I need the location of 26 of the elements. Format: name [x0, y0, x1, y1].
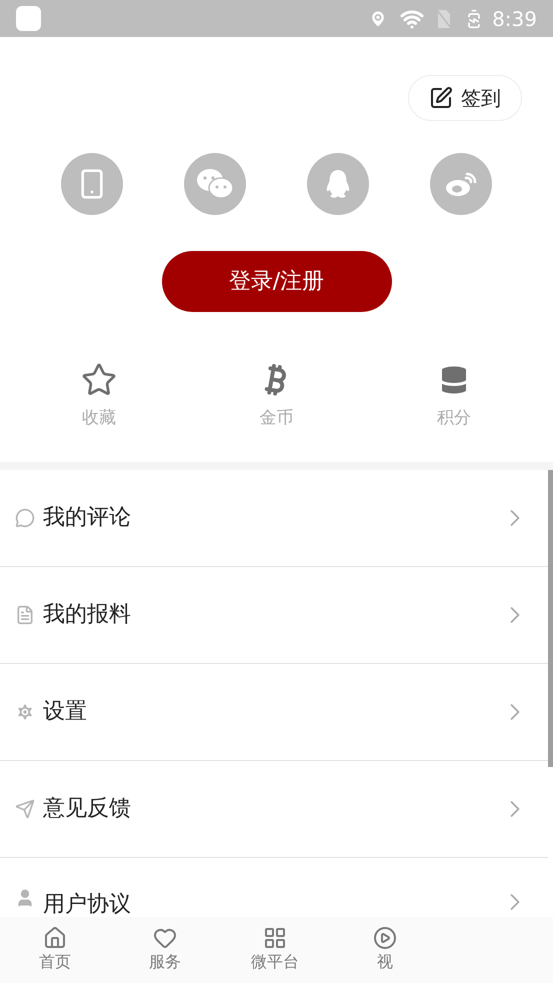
speech-bubble-icon: [15, 508, 35, 528]
menu-item[interactable]: 意见反馈: [0, 760, 548, 858]
edit-icon: [429, 86, 453, 110]
menu-label: 意见反馈: [43, 795, 132, 823]
heart-icon: [153, 926, 177, 950]
paper-plane-icon: [15, 798, 35, 818]
settings-icon: [15, 702, 35, 722]
app-icon: [16, 6, 41, 31]
no-sim-icon: [436, 8, 452, 28]
menu-label: 我的报料: [43, 601, 132, 629]
menu-label: 用户协议: [43, 890, 132, 917]
menu-item[interactable]: 用户协议: [0, 858, 548, 917]
tab-item[interactable]: 视: [330, 917, 440, 983]
menu-label: 设置: [43, 698, 88, 726]
tab-item[interactable]: 服务: [110, 917, 220, 983]
login-register-button[interactable]: 登录/注册: [162, 251, 392, 312]
grid-icon: [263, 926, 287, 950]
home-icon: [43, 926, 67, 950]
check-in-button[interactable]: 签到: [408, 75, 522, 121]
star-icon: [80, 362, 117, 398]
document-icon: [15, 604, 35, 624]
menu-label: 我的评论: [43, 504, 132, 532]
tab-item[interactable]: 首页: [0, 917, 110, 983]
clock-text: 8:39: [492, 6, 537, 32]
play-icon: [373, 926, 397, 950]
tab-item[interactable]: 微平台: [220, 917, 330, 983]
